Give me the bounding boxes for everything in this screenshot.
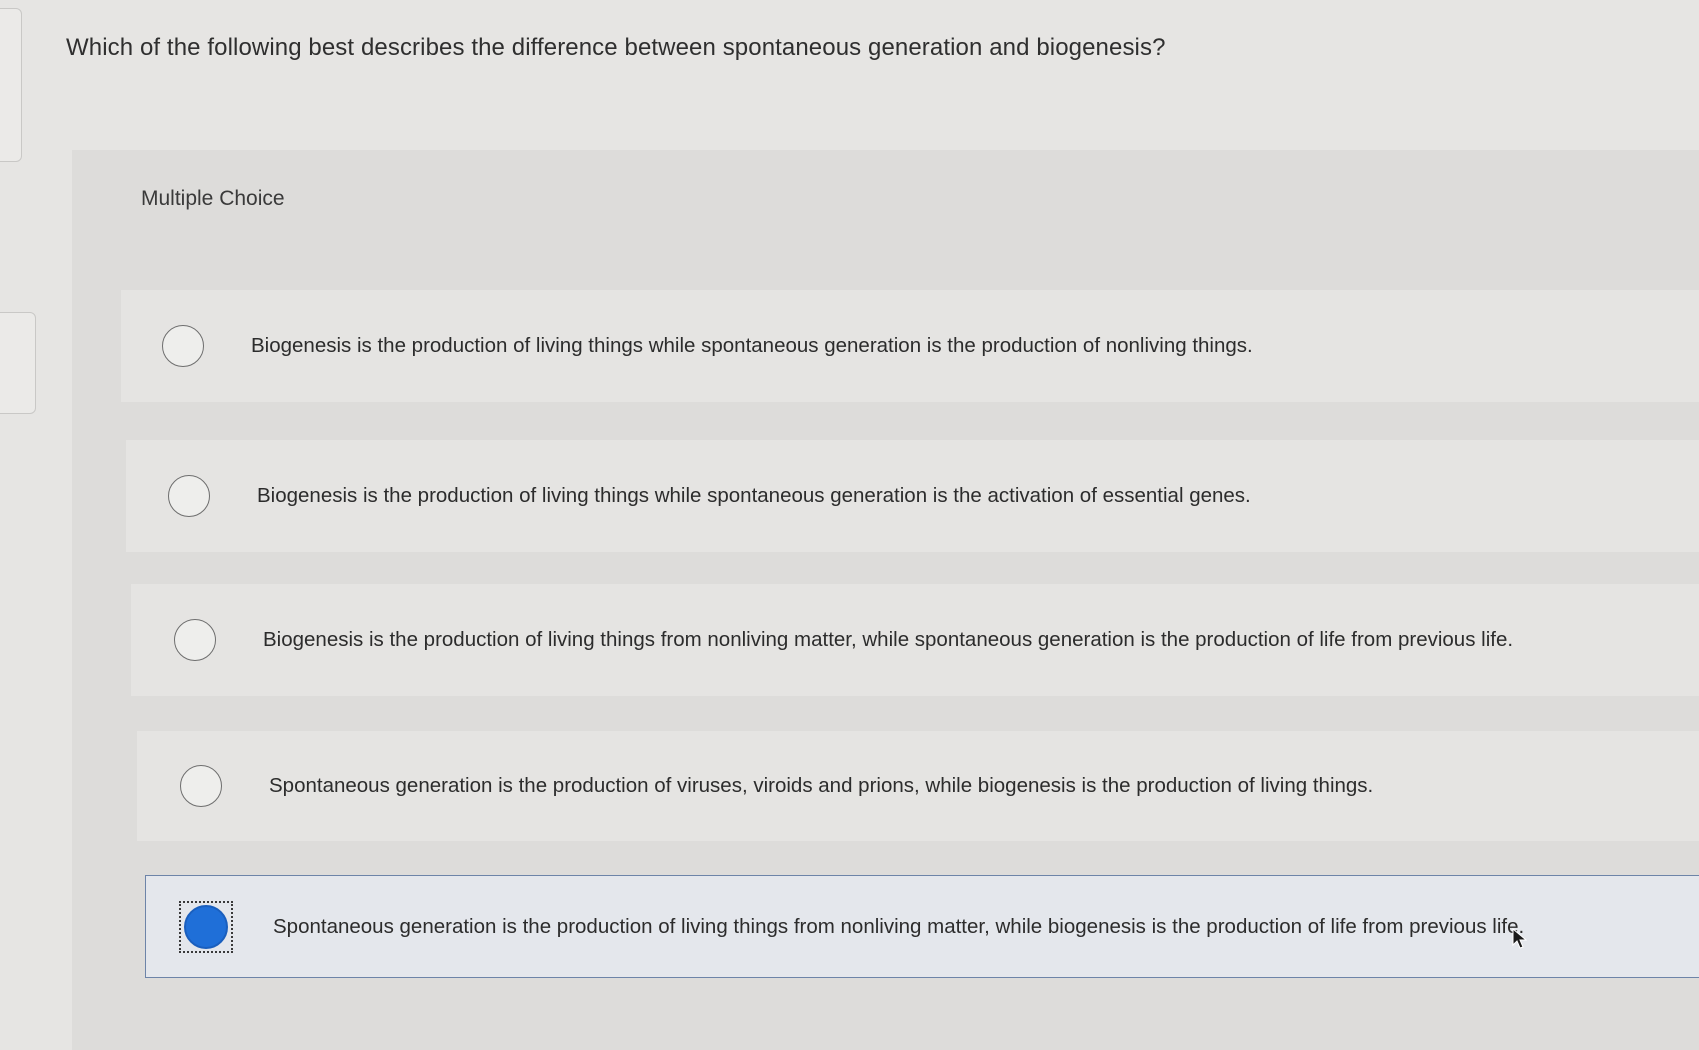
option-label: Biogenesis is the production of living t… (251, 334, 1253, 357)
radio-unchecked-icon[interactable] (168, 475, 210, 517)
mouse-pointer-icon (1512, 928, 1528, 949)
radio-checked-icon[interactable] (184, 904, 228, 949)
focus-ring (179, 900, 233, 953)
side-tab (0, 8, 22, 162)
option-label: Spontaneous generation is the production… (269, 774, 1374, 797)
answer-option-1[interactable]: Biogenesis is the production of living t… (121, 290, 1699, 402)
answer-option-2[interactable]: Biogenesis is the production of living t… (126, 440, 1699, 552)
answer-option-5[interactable]: Spontaneous generation is the production… (145, 875, 1699, 978)
answer-option-3[interactable]: Biogenesis is the production of living t… (131, 584, 1699, 696)
radio-unchecked-icon[interactable] (174, 619, 216, 661)
question-text: Which of the following best describes th… (66, 34, 1166, 61)
option-label: Biogenesis is the production of living t… (263, 628, 1514, 651)
answer-option-4[interactable]: Spontaneous generation is the production… (137, 731, 1699, 841)
radio-unchecked-icon[interactable] (162, 325, 204, 367)
question-type-label: Multiple Choice (141, 187, 285, 210)
option-label: Spontaneous generation is the production… (273, 914, 1525, 938)
option-label: Biogenesis is the production of living t… (257, 484, 1251, 507)
side-tab (0, 312, 36, 414)
radio-unchecked-icon[interactable] (180, 765, 222, 807)
